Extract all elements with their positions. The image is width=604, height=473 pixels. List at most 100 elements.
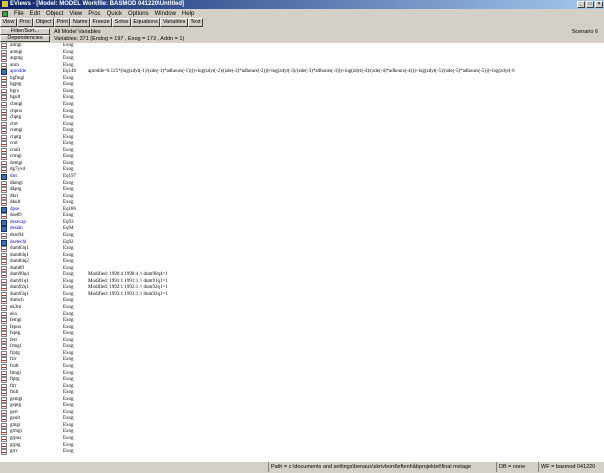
list-item[interactable]: bgptg Exog [0, 82, 604, 89]
list-item[interactable]: cnptg Exog [0, 134, 604, 141]
list-item[interactable]: ftptg Exog [0, 377, 604, 384]
list-item[interactable]: dum91q1 Exog Modified: 1991:1 1991:1 // du… [0, 278, 604, 285]
list-item[interactable]: dum83q1 Exog [0, 246, 604, 253]
text-button[interactable]: Text [187, 18, 204, 27]
list-item[interactable]: demgi Exog [0, 160, 604, 167]
list-item[interactable]: ekx Exog [0, 311, 604, 318]
list-item[interactable]: cbmgi Exog [0, 101, 604, 108]
list-item[interactable]: ftmgi Exog [0, 370, 604, 377]
list-item[interactable]: bgfmgi Exog [0, 75, 604, 82]
list-item[interactable]: gemgi Exog [0, 396, 604, 403]
menu-window[interactable]: Window [152, 11, 179, 17]
list-item[interactable]: dum93q1 Exog Modified: 1993:1 1993:1 // du… [0, 291, 604, 298]
menu-file[interactable]: File [11, 11, 27, 17]
list-item[interactable]: dsetechl Eq92 [0, 239, 604, 246]
list-item[interactable]: dkrr Exog [0, 193, 604, 200]
list-item[interactable]: cnrt Exog [0, 141, 604, 148]
list-item[interactable]: grmgi Exog [0, 429, 604, 436]
list-item[interactable]: bgrx Exog [0, 88, 604, 95]
print-button[interactable]: Print [54, 18, 71, 27]
list-item[interactable]: geptg Exog [0, 403, 604, 410]
variable-list[interactable]: afmgi Exog anmgi Exog argmg Exog anrn Exog aprod… [0, 43, 604, 461]
list-item[interactable]: gmgi Exog [0, 422, 604, 429]
list-item[interactable]: gerr Exog [0, 409, 604, 416]
list-item[interactable]: dum92q1 Exog Modified: 1992:1 1992:1 // du… [0, 285, 604, 292]
view-button[interactable]: View [0, 18, 17, 27]
list-item[interactable]: dse89 Exog [0, 213, 604, 220]
list-item[interactable]: dum84q2 Exog [0, 259, 604, 266]
dependencies-button[interactable]: Dependencies [0, 35, 50, 42]
list-item[interactable]: dkptg Exog [0, 187, 604, 194]
list-item[interactable]: geult Exog [0, 416, 604, 423]
list-item[interactable]: dirt Eq197 [0, 174, 604, 180]
list-item[interactable]: ftult Exog [0, 390, 604, 397]
exogenous-variable-icon [1, 154, 7, 161]
list-item[interactable]: ek3m Exog [0, 305, 604, 311]
list-item[interactable]: frmgi Exog [0, 344, 604, 351]
solve-button[interactable]: Solve [112, 18, 131, 27]
variable-name: bgrx [10, 88, 20, 94]
exogenous-variable-icon [1, 436, 7, 442]
filter-sort-button[interactable]: Filter/Sort... [0, 28, 50, 35]
list-item[interactable]: cbptg Exog [0, 115, 604, 122]
list-item[interactable]: dpse Eq186 [0, 206, 604, 213]
exogenous-variable-icon [1, 422, 7, 429]
menu-object[interactable]: Object [43, 11, 66, 17]
model-window-icon[interactable] [2, 10, 8, 17]
list-item[interactable]: bgult Exog [0, 95, 604, 102]
menu-proc[interactable]: Proc [85, 11, 103, 17]
list-item[interactable]: aprodde Eq148 aprodde=0.125*(log(zdyt(-1)/… [0, 69, 604, 76]
object-button[interactable]: Object [33, 18, 55, 27]
variable-name: bgptg [10, 82, 22, 88]
minimize-button[interactable]: _ [577, 1, 585, 8]
list-item[interactable]: cbrt Exog [0, 121, 604, 128]
list-item[interactable]: crmgi Exog [0, 154, 604, 161]
close-button[interactable]: × [595, 1, 603, 8]
list-item[interactable]: femgi Exog [0, 318, 604, 325]
list-item[interactable]: frptg Exog [0, 350, 604, 357]
list-item[interactable]: desecap Eq93 [0, 219, 604, 226]
list-item[interactable]: grptg Exog [0, 442, 604, 449]
menu-options[interactable]: Options [125, 11, 152, 17]
list-item[interactable]: grpnx Exog [0, 436, 604, 442]
list-item[interactable]: grrr Exog [0, 449, 604, 456]
list-item[interactable]: cnmgi Exog [0, 128, 604, 135]
list-item[interactable]: ftrr Exog [0, 383, 604, 390]
exogenous-variable-icon [1, 337, 7, 344]
list-item[interactable]: dum84q1 Exog [0, 252, 604, 259]
list-item[interactable]: feptg Exog [0, 331, 604, 338]
list-item[interactable]: afmgi Exog [0, 43, 604, 49]
list-item[interactable]: dg7yvd Exog [0, 167, 604, 174]
variable-type: Exog [63, 278, 74, 284]
list-item[interactable]: anmgi Exog [0, 49, 604, 56]
variable-type: Eq197 [63, 174, 77, 179]
menu-help[interactable]: Help [179, 11, 197, 17]
list-item[interactable]: ferr Exog [0, 337, 604, 344]
list-item[interactable]: dumch Exog [0, 298, 604, 305]
equations-button[interactable]: Equations [130, 18, 161, 27]
exogenous-variable-icon [1, 147, 7, 154]
list-item[interactable]: frult Exog [0, 363, 604, 370]
list-item[interactable]: cnult Exog [0, 147, 604, 154]
list-item[interactable]: frrr Exog [0, 357, 604, 364]
menu-view[interactable]: View [66, 11, 85, 17]
list-item[interactable]: dkmgi Exog [0, 180, 604, 187]
list-item[interactable]: deslab Eq94 [0, 226, 604, 233]
freeze-button[interactable]: Freeze [90, 18, 113, 27]
variable-name: ekx [10, 311, 18, 317]
list-item[interactable]: dum89 Exog [0, 265, 604, 272]
name-button[interactable]: Name [70, 18, 91, 27]
list-item[interactable]: argmg Exog [0, 56, 604, 63]
menu-quick[interactable]: Quick [104, 11, 125, 17]
maximize-button[interactable]: □ [586, 1, 594, 8]
list-item[interactable]: cbpnx Exog [0, 108, 604, 115]
menu-edit[interactable]: Edit [27, 11, 43, 17]
list-item[interactable]: anrn Exog [0, 62, 604, 69]
variables-button[interactable]: Variables [160, 18, 188, 27]
variable-name: cnult [10, 147, 20, 153]
list-item[interactable]: dkult Exog [0, 200, 604, 207]
list-item[interactable]: dsse94 Exog [0, 232, 604, 239]
list-item[interactable]: dum90q4 Exog Modified: 1990:4 1990:4 // du… [0, 272, 604, 279]
list-item[interactable]: fepnx Exog [0, 324, 604, 331]
proc-button[interactable]: Proc [16, 18, 34, 27]
